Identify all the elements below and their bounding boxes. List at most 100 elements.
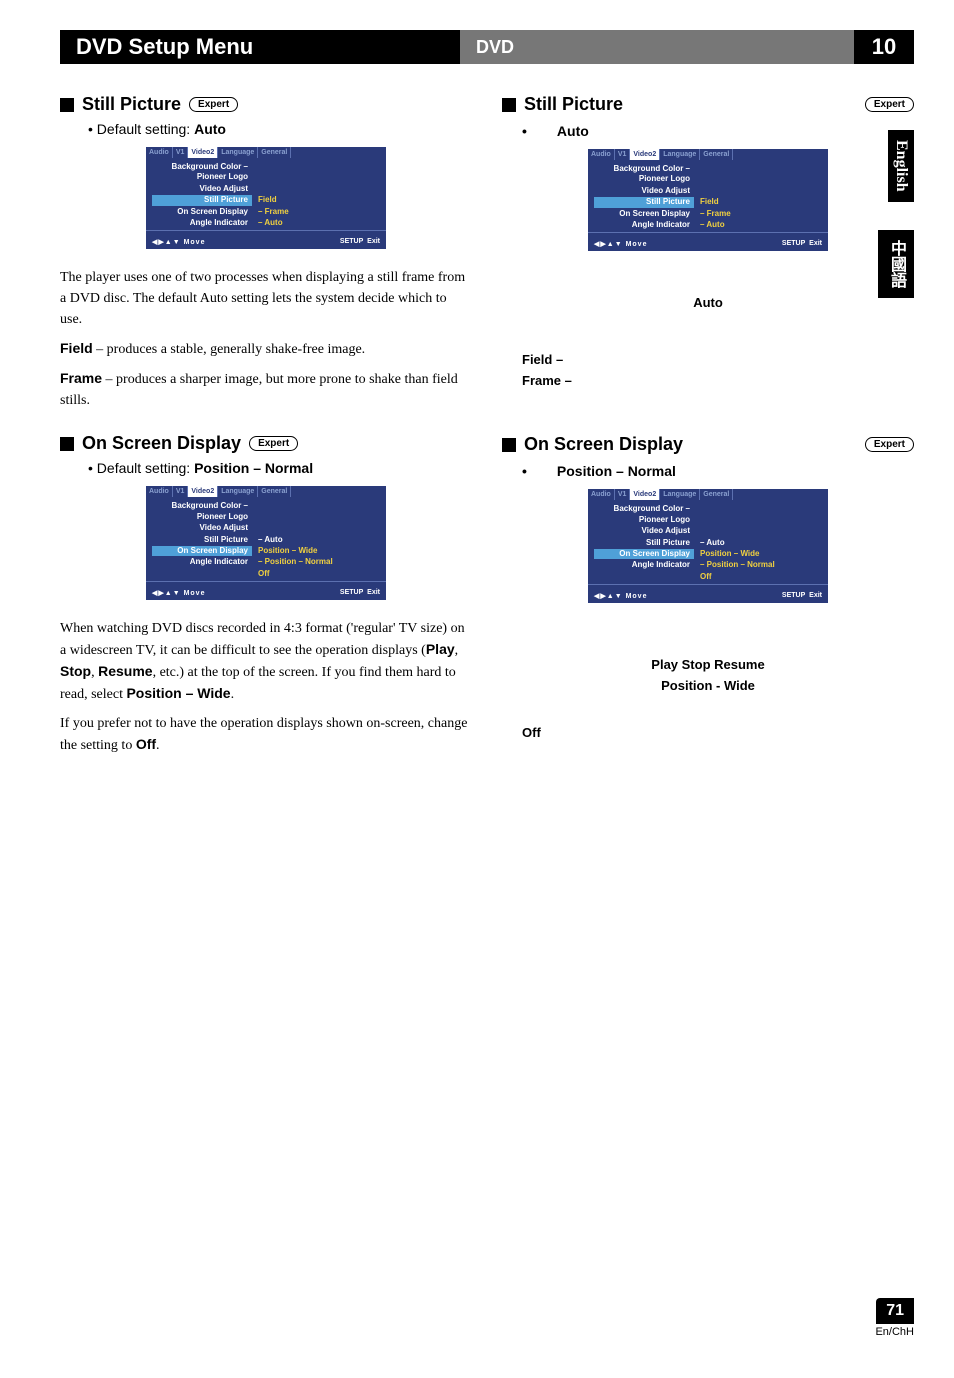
side-tab-cjk: 中國語 bbox=[878, 230, 914, 298]
expert-pill: Expert bbox=[865, 97, 914, 112]
position-wide-label: Position – Wide bbox=[126, 685, 230, 701]
left-column: Still Picture Expert • Default setting: … bbox=[60, 94, 472, 764]
osd-va: Video Adjust bbox=[152, 184, 252, 194]
header-chapter: 10 bbox=[854, 30, 914, 64]
osd-tab-v1: V1 bbox=[173, 147, 189, 158]
para-field: Field – produces a stable, generally sha… bbox=[60, 338, 472, 360]
side-tab-english: English bbox=[888, 130, 914, 202]
osd-ai-auto: – Auto bbox=[694, 220, 822, 230]
para-text: . bbox=[156, 738, 160, 753]
osd-sp-auto: – Auto bbox=[252, 535, 380, 545]
osd-screenshot-still-picture-left: Audio V1 Video2 Language General Backgro… bbox=[146, 147, 386, 249]
osd-tab-v1: V1 bbox=[173, 486, 189, 497]
osd-bg: Background Color – Pioneer Logo bbox=[594, 504, 694, 525]
osd-tab-general: General bbox=[700, 489, 733, 500]
bullet-box-icon bbox=[502, 98, 516, 112]
para-osd-desc: When watching DVD discs recorded in 4:3 … bbox=[60, 618, 472, 705]
osd-footer-exit: Exit bbox=[809, 592, 822, 599]
osd-ai-label: Angle Indicator bbox=[594, 560, 694, 570]
header-title: DVD Setup Menu bbox=[60, 30, 460, 64]
osd-sp-auto: – Auto bbox=[694, 538, 822, 548]
field-text: – produces a stable, generally shake-fre… bbox=[93, 342, 366, 357]
default-label: • Default setting: bbox=[88, 121, 194, 137]
osd-footer-setup: SETUP bbox=[782, 592, 805, 599]
osd-ai-label: Angle Indicator bbox=[594, 220, 694, 230]
osd-screenshot-osd-right: Audio V1 Video2 Language General Backgro… bbox=[588, 489, 828, 603]
osd-footer-exit: Exit bbox=[809, 240, 822, 247]
osd-tab-language: Language bbox=[660, 489, 700, 500]
right-off-line: Off bbox=[522, 725, 894, 740]
resume-label: Resume bbox=[98, 663, 152, 679]
default-label: • Default setting: bbox=[88, 460, 194, 476]
expert-pill: Expert bbox=[865, 437, 914, 452]
osd-sp-label: Still Picture bbox=[152, 535, 252, 545]
osd-footer-setup: SETUP bbox=[340, 589, 363, 596]
right-default-position-normal: • Position – Normal bbox=[502, 463, 914, 479]
right-frame-line: Frame – bbox=[522, 373, 894, 388]
osd-ai-label: Angle Indicator bbox=[152, 218, 252, 228]
page-number-box: 71 bbox=[876, 1298, 914, 1324]
para-osd-off: If you prefer not to have the operation … bbox=[60, 713, 472, 756]
header-mid: DVD bbox=[460, 30, 660, 64]
osd-off: Off bbox=[694, 572, 822, 582]
osd-tab-video2: Video2 bbox=[188, 486, 218, 497]
osd-osd-label: On Screen Display bbox=[152, 546, 252, 556]
osd-footer-move: ◀▶▲▼ Move bbox=[152, 238, 205, 246]
osd-tab-general: General bbox=[258, 486, 291, 497]
osd-osd-label: On Screen Display bbox=[152, 207, 252, 217]
section-osd-right: On Screen Display Expert bbox=[502, 434, 914, 455]
osd-tab-general: General bbox=[258, 147, 291, 158]
osd-footer-setup: SETUP bbox=[782, 240, 805, 247]
default-value: Position – Normal bbox=[194, 460, 313, 476]
default-value: Auto bbox=[194, 121, 226, 137]
osd-osd-label: On Screen Display bbox=[594, 549, 694, 559]
default-value: Position – Normal bbox=[557, 463, 676, 479]
play-label: Play bbox=[426, 641, 455, 657]
default-setting-line: • Default setting: Auto bbox=[88, 121, 472, 137]
osd-footer-move: ◀▶▲▼ Move bbox=[594, 592, 647, 600]
para-still-desc: The player uses one of two processes whe… bbox=[60, 267, 472, 330]
bullet-dot: • bbox=[522, 463, 527, 479]
bullet-box-icon bbox=[60, 98, 74, 112]
osd-screenshot-still-picture-right: Audio V1 Video2 Language General Backgro… bbox=[588, 149, 828, 251]
osd-tab-v1: V1 bbox=[615, 149, 631, 160]
osd-pos-wide: Position – Wide bbox=[694, 549, 822, 559]
field-label: Field bbox=[60, 340, 93, 356]
osd-off: Off bbox=[252, 569, 380, 579]
right-play-stop-resume: Play Stop Resume bbox=[522, 657, 894, 672]
osd-osd-frame: – Frame bbox=[252, 207, 380, 217]
osd-sp-field: Field bbox=[694, 197, 822, 207]
default-setting-line: • Default setting: Position – Normal bbox=[88, 460, 472, 476]
osd-tab-language: Language bbox=[218, 486, 258, 497]
osd-screenshot-osd-left: Audio V1 Video2 Language General Backgro… bbox=[146, 486, 386, 600]
frame-label: Frame bbox=[60, 370, 102, 386]
osd-bg: Background Color – Pioneer Logo bbox=[152, 162, 252, 183]
osd-sp-label: Still Picture bbox=[594, 197, 694, 207]
header-gap bbox=[660, 30, 854, 64]
section-title: Still Picture bbox=[82, 94, 181, 115]
section-title: Still Picture bbox=[524, 94, 623, 115]
para-text: When watching DVD discs recorded in 4:3 … bbox=[60, 621, 465, 658]
osd-tab-general: General bbox=[700, 149, 733, 160]
osd-sp-label: Still Picture bbox=[594, 538, 694, 548]
right-default-auto: • Auto bbox=[502, 123, 914, 139]
osd-footer-exit: Exit bbox=[367, 589, 380, 596]
para-text: , bbox=[455, 643, 459, 658]
osd-pos-normal: – Position – Normal bbox=[252, 557, 380, 567]
right-auto-line: Auto bbox=[522, 295, 894, 310]
osd-tab-video2: Video2 bbox=[630, 149, 660, 160]
osd-va: Video Adjust bbox=[152, 523, 252, 533]
right-column: Still Picture Expert • Auto Audio V1 Vid… bbox=[502, 94, 914, 764]
para-frame: Frame – produces a sharper image, but mo… bbox=[60, 368, 472, 411]
osd-va: Video Adjust bbox=[594, 186, 694, 196]
para-text: . bbox=[231, 687, 235, 702]
osd-ai-auto: – Auto bbox=[252, 218, 380, 228]
page-number-lang: En/ChH bbox=[875, 1326, 914, 1338]
off-label: Off bbox=[136, 736, 156, 752]
section-still-picture-right: Still Picture Expert bbox=[502, 94, 914, 115]
osd-osd-frame: – Frame bbox=[694, 209, 822, 219]
osd-tab-audio: Audio bbox=[588, 149, 615, 160]
osd-tab-audio: Audio bbox=[146, 147, 173, 158]
bullet-dot: • bbox=[522, 123, 527, 139]
osd-tab-video2: Video2 bbox=[630, 489, 660, 500]
